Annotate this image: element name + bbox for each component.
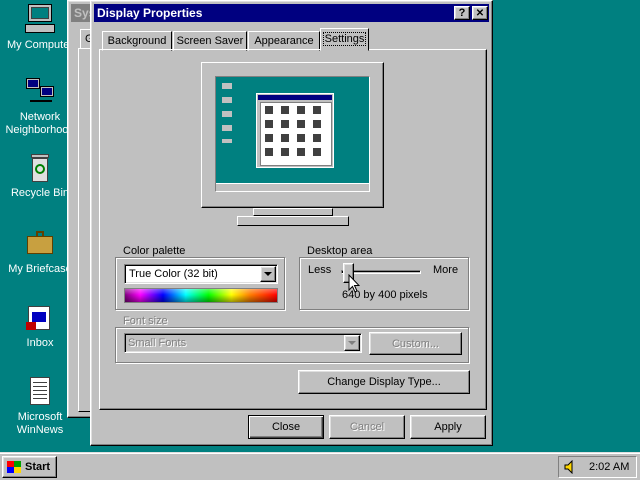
close-icon: ✕ [475, 7, 485, 19]
preview-desktop-icons [222, 83, 232, 143]
monitor-base [237, 216, 349, 226]
preview-window [256, 93, 334, 168]
dropdown-button[interactable] [344, 335, 360, 351]
dropdown-button[interactable] [260, 266, 276, 282]
preview-taskbar [216, 183, 369, 191]
tab-appearance[interactable]: Appearance [248, 31, 320, 51]
monitor-screen [215, 76, 370, 192]
document-icon [24, 376, 56, 408]
inbox-icon [24, 302, 56, 334]
slider-less-label: Less [308, 264, 332, 276]
dialog-titlebar[interactable]: Display Properties ? ✕ [94, 4, 489, 22]
recycle-bin-icon [24, 152, 56, 184]
custom-button[interactable]: Custom... [369, 332, 462, 355]
taskbar: Start 2:02 AM [0, 452, 640, 480]
chevron-down-icon [264, 272, 272, 276]
mouse-pointer-icon [348, 274, 360, 293]
slider-more-label: More [433, 264, 459, 276]
close-title-button[interactable]: ✕ [472, 6, 488, 20]
start-button[interactable]: Start [2, 456, 57, 478]
color-palette-label: Color palette [121, 245, 188, 257]
color-spectrum-bar [124, 288, 278, 303]
help-icon: ? [458, 7, 466, 19]
system-tray: 2:02 AM [558, 456, 637, 478]
speaker-icon[interactable] [563, 459, 577, 475]
computer-icon [24, 4, 56, 36]
close-button[interactable]: Close [248, 415, 324, 439]
tab-settings[interactable]: Settings [320, 28, 369, 51]
cancel-button[interactable]: Cancel [329, 415, 405, 439]
dialog-title: Display Properties [97, 6, 203, 20]
monitor-stand [253, 208, 333, 216]
tab-screen-saver[interactable]: Screen Saver [173, 31, 247, 51]
change-display-type-button[interactable]: Change Display Type... [298, 370, 470, 394]
tab-background[interactable]: Background [102, 31, 172, 51]
monitor-preview [201, 62, 384, 228]
font-size-label: Font size [121, 315, 170, 327]
font-size-select[interactable]: Small Fonts [124, 333, 362, 353]
desktop-area-label: Desktop area [305, 245, 375, 257]
clock[interactable]: 2:02 AM [589, 461, 629, 473]
apply-button[interactable]: Apply [410, 415, 486, 439]
network-icon [24, 76, 56, 108]
windows-logo-icon [7, 461, 21, 473]
display-properties-dialog[interactable]: Display Properties ? ✕ Background Screen… [90, 0, 493, 446]
help-button[interactable]: ? [454, 6, 470, 20]
chevron-down-icon [348, 341, 356, 345]
color-palette-select[interactable]: True Color (32 bit) [124, 264, 278, 284]
briefcase-icon [24, 228, 56, 260]
